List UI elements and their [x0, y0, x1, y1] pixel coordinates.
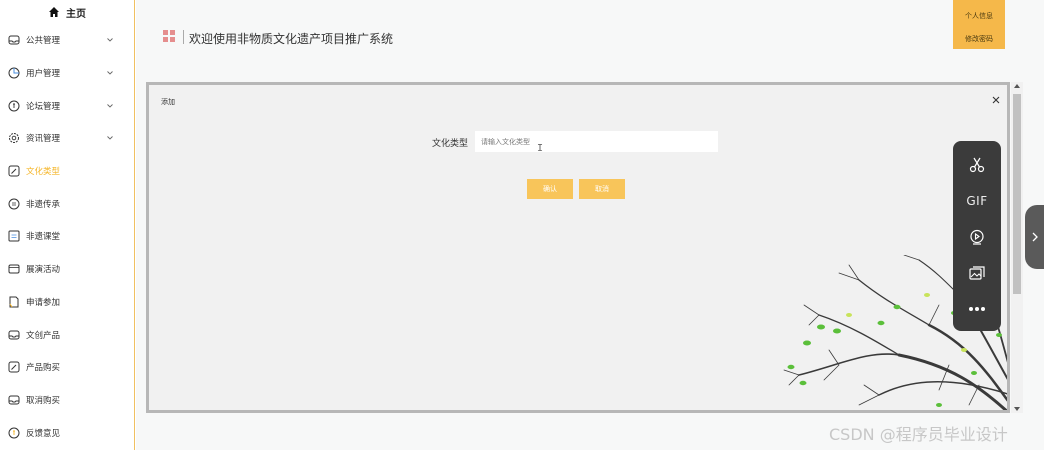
scissors-button[interactable] — [953, 150, 1001, 180]
edit-icon — [8, 361, 20, 373]
sidebar-item-label: 反馈意见 — [26, 428, 61, 439]
document-icon — [8, 296, 20, 308]
sidebar: 主页 公共管理 用户管理 论坛管理 资讯管理 文化类型 非遗传承 非遗课堂 展演… — [0, 0, 135, 450]
culture-type-label: 文化类型 — [432, 139, 469, 149]
user-menu: 个人信息 修改密码 — [953, 0, 1005, 49]
expand-side-tab[interactable] — [1025, 205, 1044, 269]
sidebar-item-events[interactable]: 展演活动 — [0, 253, 134, 286]
gallery-icon — [969, 266, 985, 280]
close-icon[interactable] — [991, 95, 1001, 105]
sidebar-item-cancel-purchase[interactable]: 取消购买 — [0, 384, 134, 417]
sidebar-item-label: 文创产品 — [26, 330, 61, 341]
circle-dollar-icon — [8, 427, 20, 439]
record-icon — [970, 229, 984, 245]
sidebar-item-purchase[interactable]: 产品购买 — [0, 351, 134, 384]
more-button[interactable] — [953, 294, 1001, 324]
inbox-icon — [8, 34, 20, 46]
sidebar-item-public[interactable]: 公共管理 — [0, 24, 134, 57]
scroll-up-arrow-icon[interactable] — [1014, 84, 1020, 88]
gif-button[interactable]: GIF — [953, 186, 1001, 216]
sidebar-item-label: 文化类型 — [26, 167, 61, 178]
edit-icon — [8, 165, 20, 177]
sidebar-item-label: 论坛管理 — [26, 101, 61, 112]
watermark: CSDN @程序员毕业设计 — [829, 425, 1008, 444]
gif-icon: GIF — [966, 194, 988, 208]
chevron-down-icon — [107, 71, 113, 75]
scissors-icon — [969, 157, 985, 173]
text-cursor-icon: I — [537, 143, 544, 154]
grid-icon — [163, 30, 175, 42]
top-header: 欢迎使用非物质文化遗产项目推广系统 个人信息 修改密码 — [136, 0, 1044, 82]
circle-list-icon — [8, 198, 20, 210]
confirm-button[interactable]: 确认 — [527, 179, 573, 199]
sidebar-item-label: 产品购买 — [26, 363, 61, 374]
sidebar-menu: 公共管理 用户管理 论坛管理 资讯管理 文化类型 非遗传承 非遗课堂 展演活动 … — [0, 24, 134, 449]
inbox-icon — [8, 394, 20, 406]
dialog-title: 添加 — [161, 98, 175, 106]
home-icon — [49, 7, 59, 17]
chevron-down-icon — [107, 103, 113, 108]
header-separator — [183, 30, 184, 44]
sidebar-item-forum[interactable]: 论坛管理 — [0, 89, 134, 122]
sidebar-item-label: 用户管理 — [26, 69, 61, 80]
sidebar-item-label: 非遗传承 — [26, 199, 61, 210]
sidebar-item-label: 资讯管理 — [26, 134, 61, 145]
pie-chart-icon — [8, 67, 20, 79]
window-icon — [8, 263, 20, 275]
square-list-icon — [8, 230, 20, 242]
sidebar-item-label: 非遗课堂 — [26, 232, 61, 243]
sidebar-item-label: 申请参加 — [26, 297, 61, 308]
sidebar-item-users[interactable]: 用户管理 — [0, 57, 134, 90]
sidebar-item-products[interactable]: 文创产品 — [0, 318, 134, 351]
scroll-thumb[interactable] — [1013, 94, 1021, 294]
circle-dollar-icon — [8, 100, 20, 112]
page-title: 欢迎使用非物质文化遗产项目推广系统 — [189, 32, 394, 46]
add-dialog: 添加 文化类型 I 确认 取消 — [146, 82, 1010, 413]
home-label: 主页 — [66, 8, 86, 20]
sidebar-item-heritage[interactable]: 非遗传承 — [0, 187, 134, 220]
sidebar-item-news[interactable]: 资讯管理 — [0, 122, 134, 155]
change-password-link[interactable]: 修改密码 — [953, 21, 1005, 44]
sidebar-item-feedback[interactable]: 反馈意见 — [0, 416, 134, 449]
culture-type-input[interactable] — [475, 131, 718, 152]
sidebar-home-link[interactable]: 主页 — [0, 0, 134, 24]
dialog-scrollbar[interactable] — [1011, 82, 1023, 413]
gear-icon — [8, 132, 20, 144]
profile-link[interactable]: 个人信息 — [953, 0, 1005, 21]
scroll-down-arrow-icon[interactable] — [1014, 407, 1020, 411]
gallery-button[interactable] — [953, 258, 1001, 288]
inbox-icon — [8, 329, 20, 341]
chevron-right-icon — [1032, 232, 1038, 242]
sidebar-item-classroom[interactable]: 非遗课堂 — [0, 220, 134, 253]
floating-toolbar: GIF — [953, 141, 1001, 331]
more-icon — [969, 307, 985, 311]
sidebar-item-culture-type[interactable]: 文化类型 — [0, 155, 134, 188]
sidebar-item-label: 展演活动 — [26, 265, 61, 276]
chevron-down-icon — [107, 136, 113, 141]
chevron-down-icon — [107, 38, 113, 42]
record-button[interactable] — [953, 222, 1001, 252]
sidebar-item-apply[interactable]: 申请参加 — [0, 286, 134, 319]
sidebar-item-label: 取消购买 — [26, 395, 61, 406]
cancel-button[interactable]: 取消 — [579, 179, 625, 199]
sidebar-item-label: 公共管理 — [26, 36, 61, 47]
